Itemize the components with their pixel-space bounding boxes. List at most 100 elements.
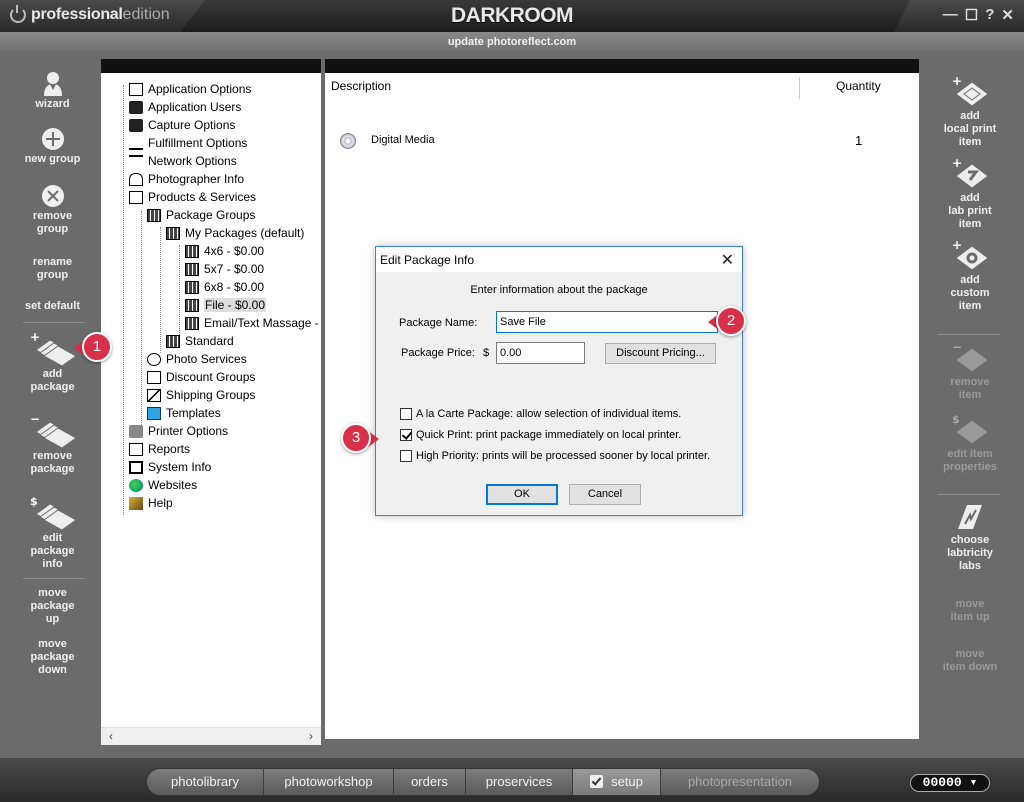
tree-item-capture-options[interactable]: Capture Options [129,116,235,134]
checkbox-checked[interactable] [400,429,412,441]
edit-package-info-button[interactable]: $ edit package info [5,496,100,571]
remove-group-button[interactable]: remove group [5,185,100,236]
title-bar: professionaledition DARKROOM — ☐ ? ✕ [0,0,1024,32]
tree-item-help[interactable]: Help [129,494,173,512]
quick-print-checkbox[interactable]: Quick Print: print package immediately o… [400,429,681,441]
tree-item-application-options[interactable]: Application Options [129,80,251,98]
cart-icon [129,137,143,150]
plus-circle-icon [41,128,64,150]
add-custom-icon: + [952,240,989,271]
tree-item-my-packages[interactable]: My Packages (default) [166,224,304,242]
edit-item-icon: $ [952,414,989,445]
scroll-right-icon[interactable]: › [309,729,313,743]
tree-item-4x6[interactable]: 4x6 - $0.00 [185,242,264,260]
column-header-quantity[interactable]: Quantity [836,73,881,99]
tree-item-templates[interactable]: Templates [147,404,221,422]
report-icon [129,442,143,456]
edit-package-info-dialog: Edit Package Info ✕ Enter information ab… [375,246,743,516]
app-logo: DARKROOM [451,4,574,27]
tree-item-6x8[interactable]: 6x8 - $0.00 [185,278,264,296]
a-la-carte-checkbox[interactable]: A la Carte Package: allow selection of i… [400,408,681,420]
tree-item-photographer-info[interactable]: Photographer Info [129,170,244,188]
remove-item-button[interactable]: − remove item [920,342,1020,402]
tree-item-5x7[interactable]: 5x7 - $0.00 [185,260,264,278]
dialog-close-icon[interactable]: ✕ [721,250,734,270]
tree-item-websites[interactable]: Websites [129,476,197,494]
rename-group-button[interactable]: rename group [5,256,100,282]
tree-item-products-services[interactable]: Products & Services [129,188,256,206]
tree-item-file[interactable]: File - $0.00 [185,296,267,314]
move-package-down-button[interactable]: move package down [5,638,100,677]
discount-pricing-button[interactable]: Discount Pricing... [605,343,716,364]
printer-icon [129,424,143,438]
column-header-description[interactable]: Description [331,73,391,99]
grid-icon [185,298,199,312]
tree-item-network-options[interactable]: Network Options [129,152,237,170]
tree-item-reports[interactable]: Reports [129,440,190,458]
package-name-input[interactable] [496,311,718,333]
wrench-icon [147,352,161,366]
scroll-left-icon[interactable]: ‹ [109,729,113,743]
callout-1: 1 [74,332,114,366]
add-local-print-item-button[interactable]: + add local print item [920,76,1020,149]
remove-package-button[interactable]: − remove package [5,414,100,476]
move-package-up-button[interactable]: move package up [5,587,100,626]
tree-line [160,227,161,353]
cancel-button[interactable]: Cancel [569,484,641,505]
set-default-button[interactable]: set default [5,300,100,313]
update-link[interactable]: update photoreflect.com [448,36,576,48]
grid-icon [185,262,199,276]
dialog-title-bar: Edit Package Info ✕ [376,247,742,272]
tree-item-discount-groups[interactable]: Discount Groups [147,368,255,386]
close-icon[interactable]: ✕ [1001,6,1014,24]
x-circle-icon [41,185,64,207]
bottom-navigation-bar: photolibrary photoworkshop orders proser… [0,758,1024,802]
ok-button[interactable]: OK [486,484,558,505]
tree-horizontal-scrollbar[interactable]: ‹ › [101,727,321,745]
camera-icon [129,118,143,132]
tree-item-system-info[interactable]: System Info [129,458,211,476]
package-name-label: Package Name: [399,317,478,329]
package-price-input[interactable] [496,342,585,364]
choose-labtricity-labs-button[interactable]: choose labtricity labs [920,502,1020,573]
wizard-button[interactable]: wizard [5,70,100,111]
checkbox-unchecked[interactable] [400,450,412,462]
high-priority-checkbox[interactable]: High Priority: prints will be processed … [400,450,710,462]
disc-icon [340,133,356,149]
tree-line [179,245,180,335]
tab-photoworkshop[interactable]: photoworkshop [264,769,394,795]
move-item-up-button[interactable]: move item up [920,598,1020,624]
tab-photopresentation[interactable]: photopresentation [661,769,819,795]
checkbox-unchecked[interactable] [400,408,412,420]
tab-setup[interactable]: setup [573,769,661,795]
tree-item-photo-services[interactable]: Photo Services [147,350,247,368]
edit-item-properties-button[interactable]: $ edit item properties [920,414,1020,474]
tab-proservices[interactable]: proservices [466,769,573,795]
counter-dropdown[interactable]: 00000 ▾ [910,774,990,792]
tree-item-standard[interactable]: Standard [166,332,234,350]
help-icon[interactable]: ? [985,6,994,24]
tree-item-shipping-groups[interactable]: Shipping Groups [147,386,255,404]
right-panel: + add local print item + add lab print i… [920,56,1020,756]
network-icon [129,154,143,168]
grid-icon [185,280,199,294]
add-lab-print-item-button[interactable]: + add lab print item [920,158,1020,231]
svg-text:−: − [30,414,40,426]
new-group-button[interactable]: new group [5,128,100,166]
tree-item-application-users[interactable]: Application Users [129,98,241,116]
checkmark-icon [590,775,604,788]
tree-item-fulfillment-options[interactable]: Fulfillment Options [129,134,247,152]
dialog-title: Edit Package Info [380,253,475,267]
maximize-icon[interactable]: ☐ [965,6,978,24]
grid-icon [185,244,199,258]
minimize-icon[interactable]: — [943,6,958,24]
tree-item-email-text[interactable]: Email/Text Massage - [185,314,319,332]
grid-icon [185,316,199,330]
move-item-down-button[interactable]: move item down [920,648,1020,674]
tree-item-package-groups[interactable]: Package Groups [147,206,255,224]
add-custom-item-button[interactable]: + add custom item [920,240,1020,313]
tree-item-printer-options[interactable]: Printer Options [129,422,228,440]
grid-icon [147,208,161,222]
tab-orders[interactable]: orders [394,769,466,795]
tab-photolibrary[interactable]: photolibrary [147,769,264,795]
